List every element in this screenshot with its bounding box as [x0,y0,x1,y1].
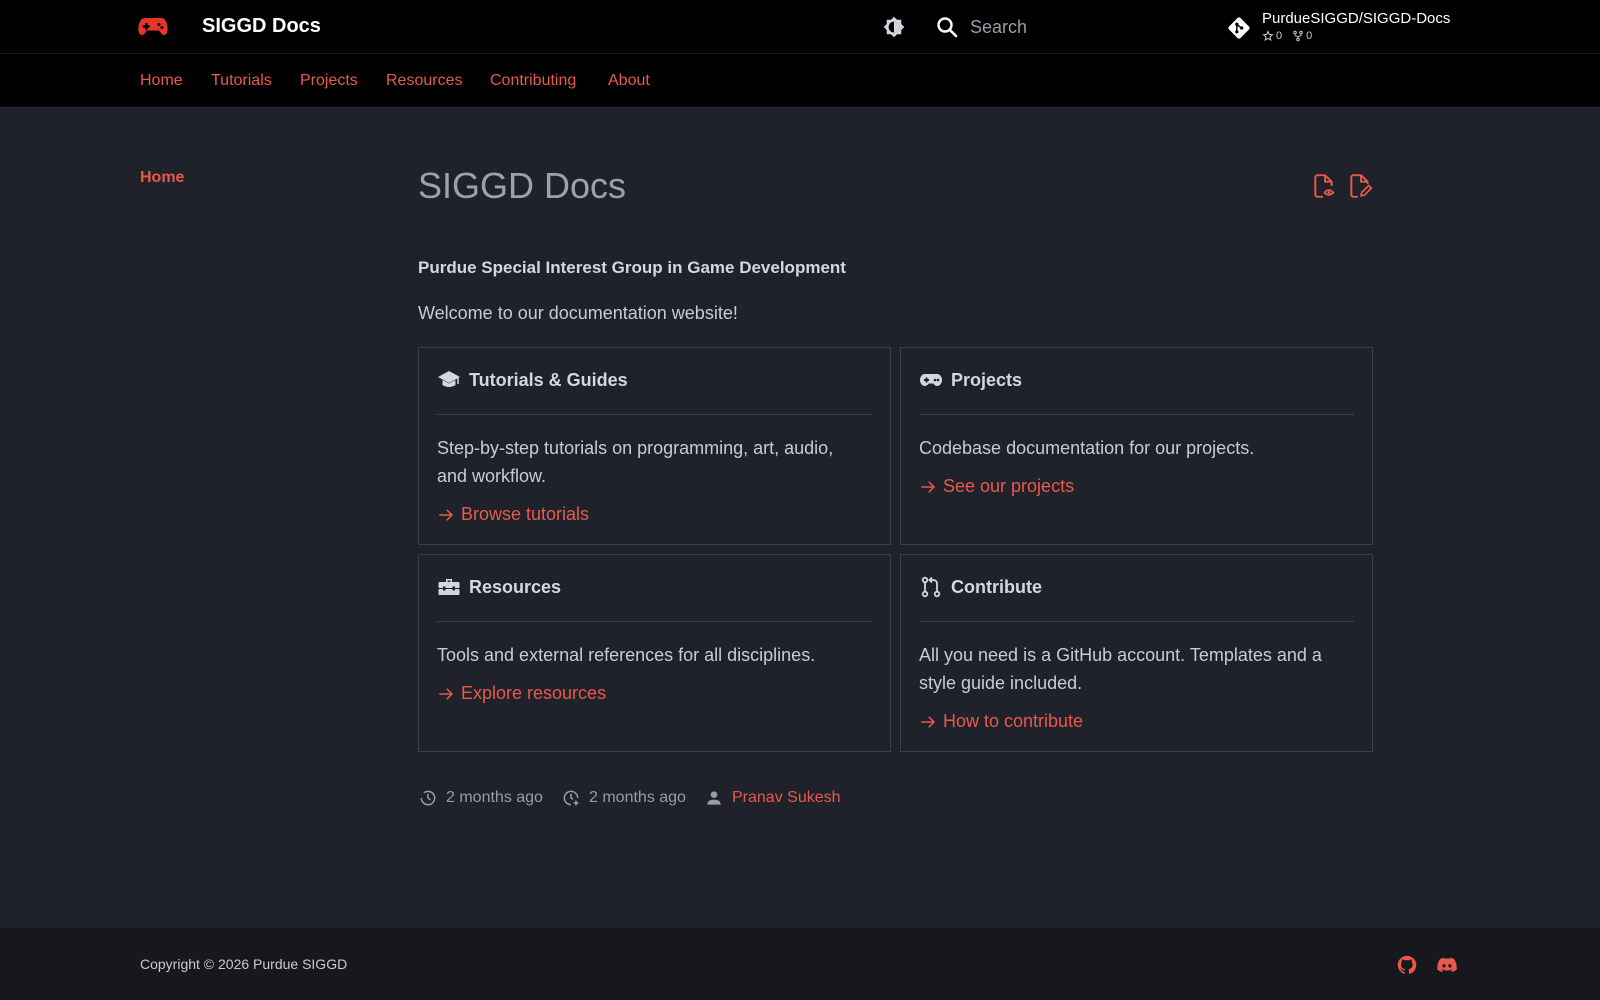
card-divider [437,414,872,415]
repo-stats: 0 0 [1262,30,1312,42]
how-to-contribute-link[interactable]: How to contribute [919,711,1083,732]
arrow-right-icon [921,480,936,493]
site-title[interactable]: SIGGD Docs [202,15,321,38]
card-title: Contribute [951,576,1042,597]
star-icon [1262,30,1274,42]
git-icon [1228,17,1250,39]
card-divider [919,414,1354,415]
card-divider [919,621,1354,622]
author-link[interactable]: Pranav Sukesh [732,789,841,807]
card-description: All you need is a GitHub account. Templa… [919,645,1322,693]
card-header: Tutorials & Guides [437,368,628,392]
repo-name: PurdueSIGGD/SIGGD-Docs [1262,10,1451,27]
card-divider [437,621,872,622]
fork-icon [1293,30,1303,42]
card-link-label: Browse tutorials [461,504,590,524]
clock-plus-icon [563,790,579,806]
header: SIGGD Docs PurdueSIGGD/SIGGD-Docs 0 [0,0,1600,54]
card-description: Tools and external references for all di… [437,645,816,665]
created-date: 2 months ago [561,788,686,808]
page-title: SIGGD Docs [418,165,627,206]
page-subtitle: Purdue Special Interest Group in Game De… [418,258,846,277]
tab-projects[interactable]: Projects [300,72,358,90]
last-updated: 2 months ago [418,788,543,808]
discord-icon[interactable] [1435,954,1459,976]
arrow-right-icon [439,687,454,700]
search-input[interactable] [970,14,1130,40]
view-source-icon[interactable] [1311,173,1337,199]
gamepad-logo-icon[interactable] [138,14,168,38]
pull-request-icon [921,576,941,598]
card-contribute: Contribute All you need is a GitHub acco… [900,554,1373,752]
card-link-label: See our projects [943,476,1075,496]
welcome-text: Welcome to our documentation website! [418,303,738,323]
user-icon [707,791,721,805]
brightness-icon[interactable] [881,14,907,40]
card-link-label: Explore resources [461,683,607,703]
card-tutorials: Tutorials & Guides Step-by-step tutorial… [418,347,891,545]
search-icon [937,17,958,38]
created-text: 2 months ago [589,789,686,806]
toolbox-icon [438,579,460,595]
explore-resources-link[interactable]: Explore resources [437,683,606,704]
card-projects: Projects Codebase documentation for our … [900,347,1373,545]
card-title: Resources [469,576,562,597]
footer: Copyright © 2026 Purdue SIGGD [0,928,1600,1000]
stars-count: 0 [1262,30,1282,42]
card-header: Contribute [919,575,1042,599]
clock-history-icon [420,790,436,806]
card-description: Codebase documentation for our projects. [919,438,1255,458]
graduation-cap-icon [438,371,460,387]
nav-tabs: Home Tutorials Projects Resources Contri… [0,54,1600,108]
github-icon[interactable] [1396,954,1418,976]
forks-value: 0 [1306,30,1313,42]
tab-resources[interactable]: Resources [386,72,462,90]
card-header: Projects [919,368,1022,392]
card-title: Projects [951,369,1023,390]
edit-page-icon[interactable] [1347,173,1373,199]
tab-home[interactable]: Home [140,72,183,90]
copyright: Copyright © 2026 Purdue SIGGD [140,956,348,972]
gamepad-icon [920,374,942,386]
repo-link[interactable]: PurdueSIGGD/SIGGD-Docs 0 0 [1226,9,1466,47]
search-box[interactable] [932,12,1132,42]
tab-about[interactable]: About [608,72,650,90]
card-header: Resources [437,575,561,599]
forks-count: 0 [1292,30,1312,42]
stars-value: 0 [1276,30,1283,42]
see-projects-link[interactable]: See our projects [919,476,1074,497]
card-title: Tutorials & Guides [469,369,628,390]
browse-tutorials-link[interactable]: Browse tutorials [437,504,589,525]
author-info: Pranav Sukesh [704,788,841,808]
tab-contributing[interactable]: Contributing [490,72,576,90]
card-resources: Resources Tools and external references … [418,554,891,752]
tab-tutorials[interactable]: Tutorials [211,72,272,90]
updated-text: 2 months ago [446,789,543,806]
card-link-label: How to contribute [943,711,1084,731]
arrow-right-icon [921,715,936,728]
card-description: Step-by-step tutorials on programming, a… [437,438,834,486]
sidebar-item-home[interactable]: Home [140,169,184,187]
arrow-right-icon [439,508,454,521]
